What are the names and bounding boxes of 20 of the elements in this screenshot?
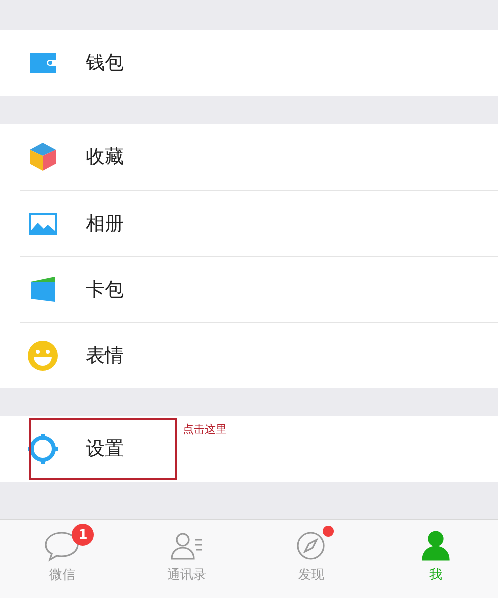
menu-label: 卡包: [86, 278, 124, 302]
menu-label: 设置: [86, 437, 124, 462]
menu-label: 相册: [86, 212, 124, 236]
menu-item[interactable]: 卡包: [20, 256, 498, 322]
menu-item[interactable]: 相册: [20, 190, 498, 256]
menu-item[interactable]: 钱包: [0, 30, 498, 96]
cube-icon: [27, 141, 59, 173]
contacts-icon: [168, 530, 205, 562]
menu-item[interactable]: 设置 点击这里: [0, 416, 498, 482]
tab[interactable]: 1 微信: [0, 520, 124, 598]
gear-icon: [27, 433, 59, 465]
unread-badge: 1: [72, 524, 94, 546]
annotation-text: 点击这里: [183, 422, 227, 437]
menu-label: 收藏: [86, 145, 124, 170]
menu-label: 钱包: [86, 51, 124, 76]
menu-label: 表情: [86, 344, 124, 368]
chat-bubble-icon: [44, 530, 80, 562]
smiley-icon: [27, 340, 59, 372]
menu-item[interactable]: 收藏: [0, 124, 498, 190]
menu-item[interactable]: 表情: [20, 322, 498, 388]
